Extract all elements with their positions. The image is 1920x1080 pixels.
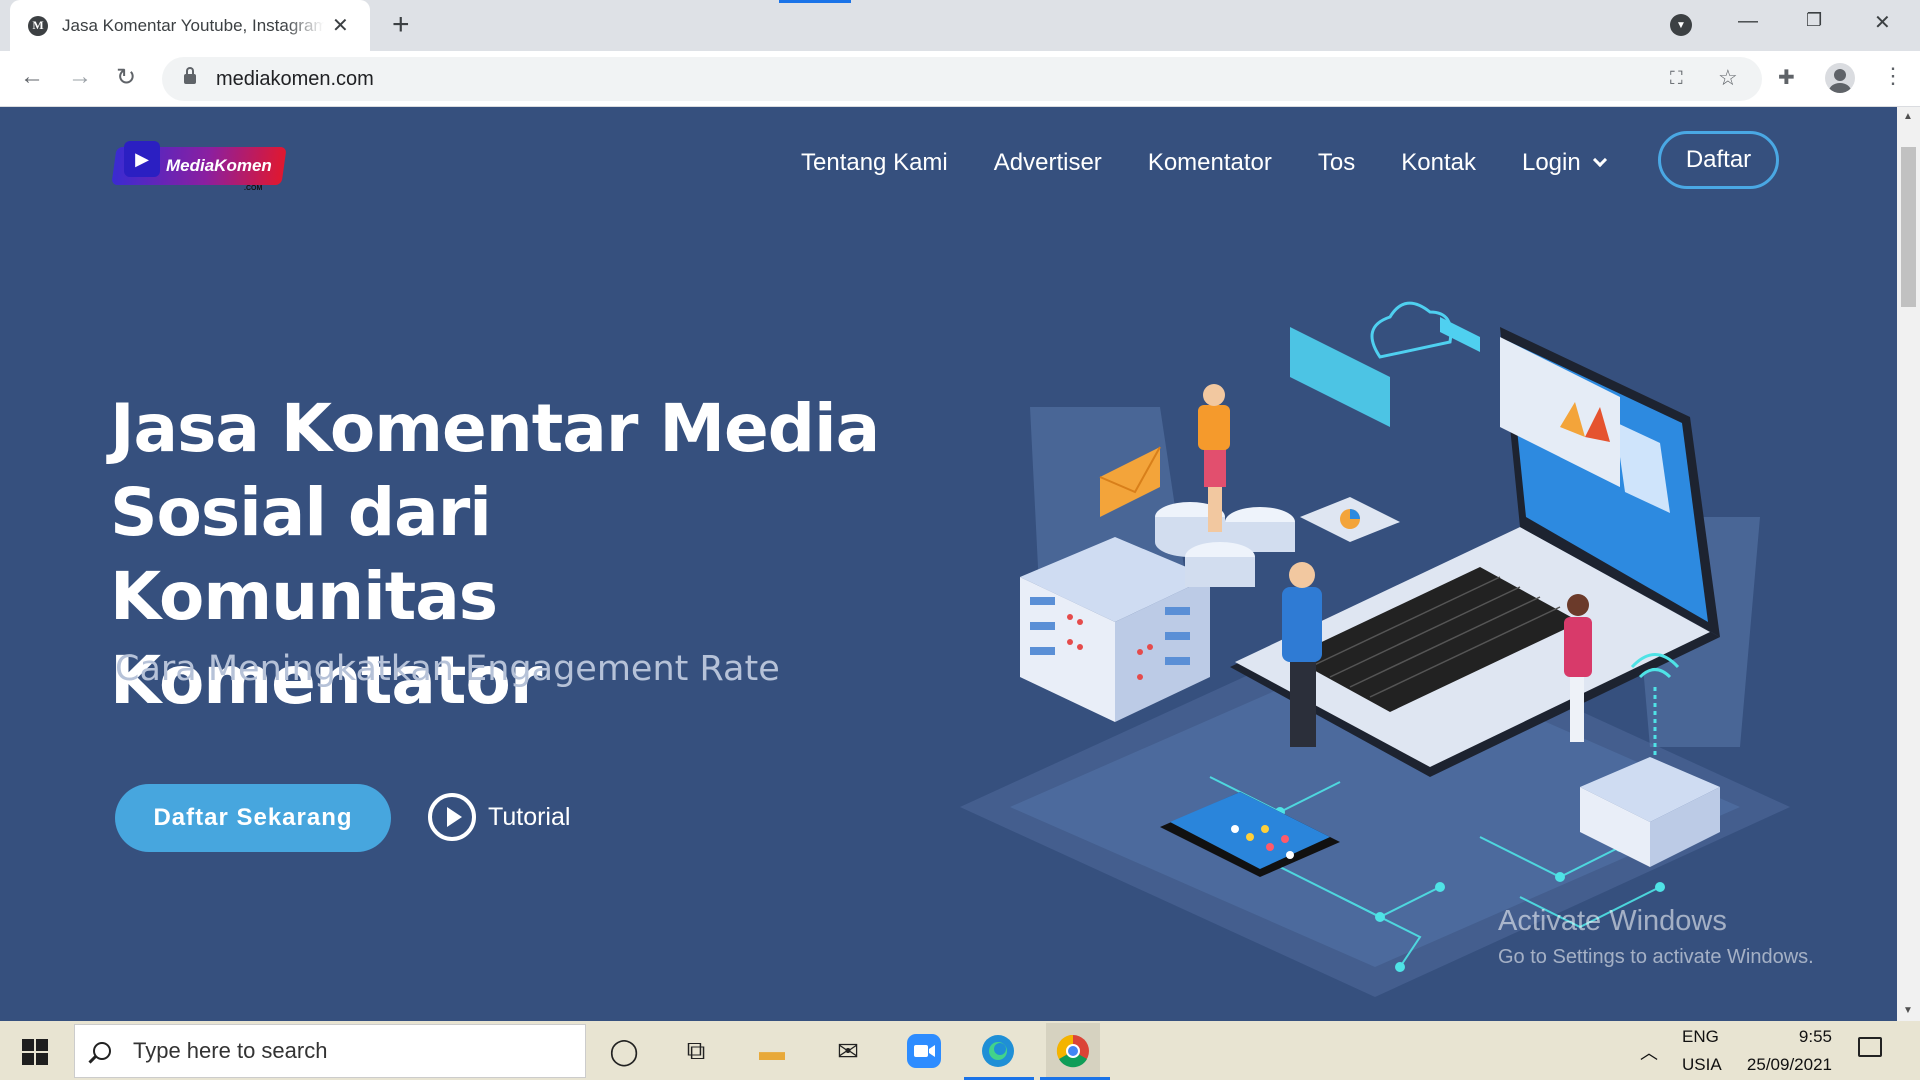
main-nav: Tentang Kami Advertiser Komentator Tos K…	[801, 143, 1651, 183]
forward-arrow-icon[interactable]: →	[68, 63, 92, 91]
window-close-icon[interactable]: ✕	[1874, 10, 1891, 35]
scroll-down-icon[interactable]: ▼	[1903, 1005, 1913, 1016]
clock-date: 25/09/2021	[1746, 1055, 1832, 1074]
search-icon	[93, 1042, 111, 1060]
logo-text: MediaKomen	[166, 156, 272, 175]
taskbar-search-input[interactable]: Type here to search	[74, 1024, 586, 1078]
keyboard-layout: USIA	[1682, 1055, 1722, 1074]
loading-indicator	[779, 0, 851, 3]
close-tab-icon[interactable]: ✕	[332, 13, 349, 38]
star-icon[interactable]: ☆	[1718, 65, 1738, 91]
lock-icon[interactable]	[184, 67, 196, 84]
favicon-icon: M	[28, 15, 48, 36]
edge-icon[interactable]	[978, 1031, 1018, 1071]
menu-icon[interactable]: ⋮	[1882, 63, 1904, 89]
nav-login[interactable]: Login	[1521, 149, 1607, 177]
restore-icon[interactable]: ❐	[1806, 10, 1822, 31]
nav-advertiser[interactable]: Advertiser	[994, 149, 1102, 177]
browser-toolbar: ← → ↻ mediakomen.com ⛶ ☆ ✚ ⋮	[0, 51, 1920, 107]
play-circle-icon	[428, 793, 476, 841]
page-scrollbar[interactable]: ▲ ▼	[1897, 107, 1920, 1021]
file-explorer-icon[interactable]: ▬	[752, 1031, 792, 1071]
task-view-icon[interactable]: ⧉	[676, 1031, 716, 1071]
new-tab-button[interactable]: +	[392, 8, 410, 42]
cortana-icon[interactable]: ◯	[604, 1031, 644, 1071]
zoom-icon[interactable]	[904, 1031, 944, 1071]
play-logo-icon: ▶	[124, 141, 160, 177]
clock-time: 9:55	[1798, 1027, 1832, 1046]
tab-title: Jasa Komentar Youtube, Instagram	[62, 15, 324, 35]
reload-icon[interactable]: ↻	[116, 63, 136, 92]
tutorial-link[interactable]: Tutorial	[428, 793, 570, 841]
profile-icon[interactable]	[1825, 63, 1855, 93]
nav-tos[interactable]: Tos	[1318, 149, 1355, 177]
tab-search-icon[interactable]: ▼	[1670, 14, 1692, 36]
clock[interactable]: 9:55 25/09/2021	[1736, 1027, 1832, 1075]
scroll-thumb[interactable]	[1901, 147, 1916, 307]
nav-tentang-kami[interactable]: Tentang Kami	[801, 149, 948, 177]
language-indicator[interactable]: ENG USIA	[1682, 1027, 1722, 1075]
language-code: ENG	[1682, 1027, 1719, 1046]
tab-strip: M Jasa Komentar Youtube, Instagram ✕ + ▼…	[0, 0, 1920, 51]
chevron-down-icon	[1592, 152, 1607, 168]
windows-taskbar: Type here to search ◯ ⧉ ▬ ✉ ︿ ENG USIA 9…	[0, 1021, 1920, 1080]
windows-start-icon[interactable]	[22, 1039, 48, 1065]
daftar-button[interactable]: Daftar	[1658, 131, 1779, 189]
windows-activation-watermark: Activate Windows Go to Settings to activ…	[1498, 905, 1814, 969]
daftar-sekarang-button[interactable]: Daftar Sekarang	[115, 784, 391, 852]
url-text[interactable]: mediakomen.com	[216, 68, 374, 91]
minimize-icon[interactable]: —	[1738, 10, 1758, 33]
tutorial-label: Tutorial	[488, 802, 571, 831]
mail-icon[interactable]: ✉	[828, 1031, 868, 1071]
nav-komentator[interactable]: Komentator	[1148, 149, 1272, 177]
watermark-subtitle: Go to Settings to activate Windows.	[1498, 946, 1814, 968]
tray-chevron-up-icon[interactable]: ︿	[1640, 1039, 1658, 1065]
chrome-icon[interactable]	[1046, 1023, 1100, 1079]
site-logo[interactable]: ▶ MediaKomen .COM	[111, 135, 289, 197]
translate-icon[interactable]: ⛶	[1670, 68, 1683, 89]
watermark-title: Activate Windows	[1498, 905, 1727, 937]
scroll-up-icon[interactable]: ▲	[1903, 111, 1913, 122]
nav-kontak[interactable]: Kontak	[1401, 149, 1476, 177]
notification-center-icon[interactable]	[1858, 1037, 1882, 1057]
back-arrow-icon[interactable]: ←	[20, 63, 44, 91]
logo-subtext: .COM	[244, 185, 263, 192]
page-viewport: ▶ MediaKomen .COM Tentang Kami Advertise…	[0, 107, 1897, 1021]
taskbar-search-placeholder: Type here to search	[133, 1038, 328, 1063]
extensions-icon[interactable]: ✚	[1778, 65, 1795, 90]
tab-active[interactable]: M Jasa Komentar Youtube, Instagram ✕	[10, 0, 370, 51]
nav-login-label: Login	[1521, 149, 1581, 176]
address-bar[interactable]: mediakomen.com ⛶ ☆	[162, 57, 1762, 101]
hero-subtitle: Cara Meningkatkan Engagement Rate	[115, 649, 780, 689]
